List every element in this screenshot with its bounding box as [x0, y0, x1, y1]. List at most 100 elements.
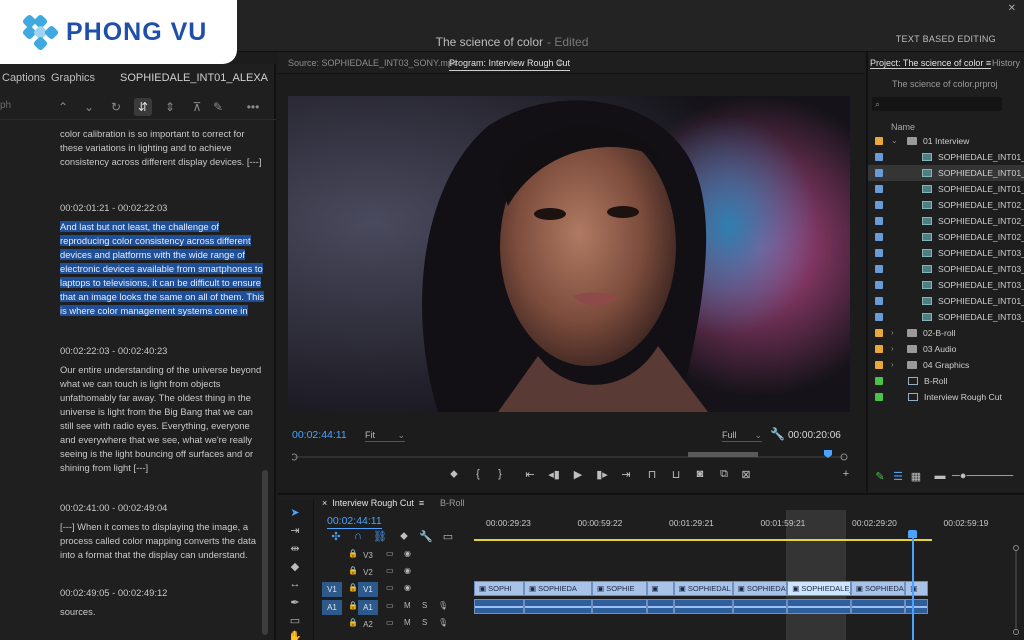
source-patch-a1[interactable]: A1 [322, 600, 342, 615]
add-marker-icon[interactable]: ⬥ [396, 530, 412, 543]
track-target-a2[interactable]: A2 [358, 617, 378, 632]
menu-icon[interactable]: ≡ [419, 498, 424, 508]
sync-icon[interactable]: ↻ [107, 98, 125, 116]
pen-tool-icon[interactable]: ✒ [287, 596, 303, 610]
label-color-swatch[interactable] [875, 169, 883, 177]
project-sequence-row[interactable]: Interview Rough Cut [868, 389, 1024, 405]
track-select-tool-icon[interactable]: ⇥ [287, 524, 303, 538]
source-monitor-tab[interactable]: Source: SOPHIEDALE_INT03_SONY.mp4 [288, 58, 458, 68]
project-search-input[interactable]: ⌕ [872, 97, 1002, 111]
timeline-timecode[interactable]: 00:02:44:11 [327, 515, 382, 529]
zoom-select[interactable]: Fit ⌄ [365, 430, 405, 442]
video-clip[interactable]: ▣ [905, 581, 928, 596]
project-clip-row[interactable]: SOPHIEDALE_INT03_IP [868, 309, 1024, 325]
menu-icon[interactable]: ≡ [986, 58, 991, 68]
eye-icon[interactable]: ◉ [404, 549, 411, 558]
slip-tool-icon[interactable]: ↔ [287, 578, 303, 592]
work-area-bar[interactable] [474, 539, 932, 541]
sync-lock-icon[interactable]: ▭ [386, 566, 394, 575]
audio-clip[interactable] [732, 599, 788, 614]
project-clip-row[interactable]: SOPHIEDALE_INT01_IP [868, 293, 1024, 309]
lock-icon[interactable]: 🔒 [348, 601, 358, 610]
project-folder-row[interactable]: ⌄ 01 Interview [868, 133, 1024, 149]
more-icon[interactable]: ••• [244, 98, 262, 116]
timeline-tab-interview[interactable]: × Interview Rough Cut ≡ [322, 498, 424, 508]
snap-icon[interactable]: ✣ [328, 530, 344, 543]
pencil-icon[interactable]: ✎ [872, 470, 888, 483]
label-color-swatch[interactable] [875, 249, 883, 257]
resolution-select[interactable]: Full ⌄ [722, 430, 762, 442]
close-window-icon[interactable]: ✕ [1008, 3, 1016, 14]
sync-lock-icon[interactable]: ▭ [386, 601, 394, 610]
video-clip[interactable]: ▣ [646, 581, 674, 596]
video-clip[interactable]: ▣ SOPHIEDALE_ [787, 581, 851, 596]
eye-icon[interactable]: ◉ [404, 583, 411, 592]
video-clip[interactable]: ▣ SOPHIEDAL [850, 581, 906, 596]
program-timecode[interactable]: 00:02:44:11 [292, 429, 347, 441]
project-clip-row[interactable]: SOPHIEDALE_INT02_C [868, 213, 1024, 229]
step-back-icon[interactable]: ◂▮ [546, 468, 562, 481]
pencil-icon[interactable]: ✎ [209, 98, 227, 116]
microphone-icon[interactable]: 🎙 [438, 618, 448, 627]
video-clip[interactable]: ▣ SOPHIEDA [732, 581, 788, 596]
mark-out-icon[interactable]: } [492, 468, 508, 480]
label-color-swatch[interactable] [875, 185, 883, 193]
program-scrub-bar[interactable] [290, 449, 848, 461]
settings-wrench-icon[interactable]: 🔧 [418, 530, 434, 543]
program-monitor-tab[interactable]: Program: Interview Rough Cut [449, 58, 571, 71]
mute-icon[interactable]: M [404, 601, 411, 610]
transcript-segment[interactable]: 00:02:01:21 - 00:02:22:03 And last but n… [60, 201, 265, 318]
video-clip[interactable]: ▣ SOPHIE [592, 581, 647, 596]
audio-clip[interactable] [523, 599, 593, 614]
timeline-tab-broll[interactable]: B-Roll [440, 498, 465, 508]
timeline-ruler[interactable]: 00:00:29:23 00:00:59:22 00:01:29:21 00:01:5… [472, 518, 1020, 538]
project-clip-row[interactable]: SOPHIEDALE_INT03_A [868, 245, 1024, 261]
lock-icon[interactable]: 🔒 [348, 583, 358, 592]
project-clip-row[interactable]: SOPHIEDALE_INT02_A [868, 197, 1024, 213]
label-color-swatch[interactable] [875, 345, 883, 353]
chevron-down-icon[interactable]: ⌄ [80, 98, 98, 116]
extract-icon[interactable]: ⊼ [188, 98, 206, 116]
label-color-swatch[interactable] [875, 313, 883, 321]
camera-icon[interactable]: ◙ [692, 468, 708, 480]
label-color-swatch[interactable] [875, 377, 883, 385]
text-based-editing-label[interactable]: TEXT BASED EDITING [896, 34, 996, 44]
track-target-v3[interactable]: V3 [358, 548, 378, 563]
audio-clip[interactable] [787, 599, 851, 614]
go-to-out-icon[interactable]: ⇥ [618, 468, 634, 481]
marker-icon[interactable]: ⬥ [446, 468, 462, 481]
split-icon[interactable]: ⇵ [134, 98, 152, 116]
captions-icon[interactable]: ▭ [440, 530, 456, 543]
transcript-segment[interactable]: 00:02:41:00 - 00:02:49:04 [---] When it … [60, 501, 265, 562]
transcript-segment[interactable]: 00:02:22:03 - 00:02:40:23 Our entire und… [60, 344, 265, 475]
label-color-swatch[interactable] [875, 393, 883, 401]
multicam-icon[interactable]: ⊠ [738, 468, 754, 481]
video-clip[interactable]: ▣ SOPHIEDA [523, 581, 593, 596]
project-clip-row[interactable]: SOPHIEDALE_INT01_S [868, 181, 1024, 197]
audio-clip[interactable] [592, 599, 647, 614]
linked-selection-icon[interactable]: ⛓ [372, 530, 388, 543]
label-color-swatch[interactable] [875, 233, 883, 241]
magnet-icon[interactable]: ∩ [350, 530, 366, 542]
solo-icon[interactable]: S [422, 601, 427, 610]
solo-icon[interactable]: S [422, 618, 427, 627]
hand-tool-icon[interactable]: ✋ [287, 630, 303, 640]
mute-icon[interactable]: M [404, 618, 411, 627]
add-button-icon[interactable]: + [838, 468, 854, 480]
audio-clip[interactable] [850, 599, 906, 614]
audio-clip[interactable] [646, 599, 674, 614]
rectangle-tool-icon[interactable]: ▭ [287, 614, 303, 628]
tab-graphics[interactable]: Graphics [51, 72, 95, 84]
track-target-v1[interactable]: V1 [358, 582, 378, 597]
sync-lock-icon[interactable]: ▭ [386, 618, 394, 627]
icon-view-icon[interactable]: ▦ [908, 470, 924, 483]
video-clip[interactable]: ▣ SOPHIEDAL [673, 581, 733, 596]
project-tab[interactable]: Project: The science of color ≡ [870, 58, 992, 69]
sync-lock-icon[interactable]: ▭ [386, 583, 394, 592]
razor-tool-icon[interactable]: ◆ [287, 560, 303, 574]
project-clip-row[interactable]: SOPHIEDALE_INT01_A [868, 149, 1024, 165]
insert-icon[interactable]: ⇕ [161, 98, 179, 116]
label-color-swatch[interactable] [875, 153, 883, 161]
project-clip-row[interactable]: SOPHIEDALE_INT03_C [868, 261, 1024, 277]
sync-lock-icon[interactable]: ▭ [386, 549, 394, 558]
